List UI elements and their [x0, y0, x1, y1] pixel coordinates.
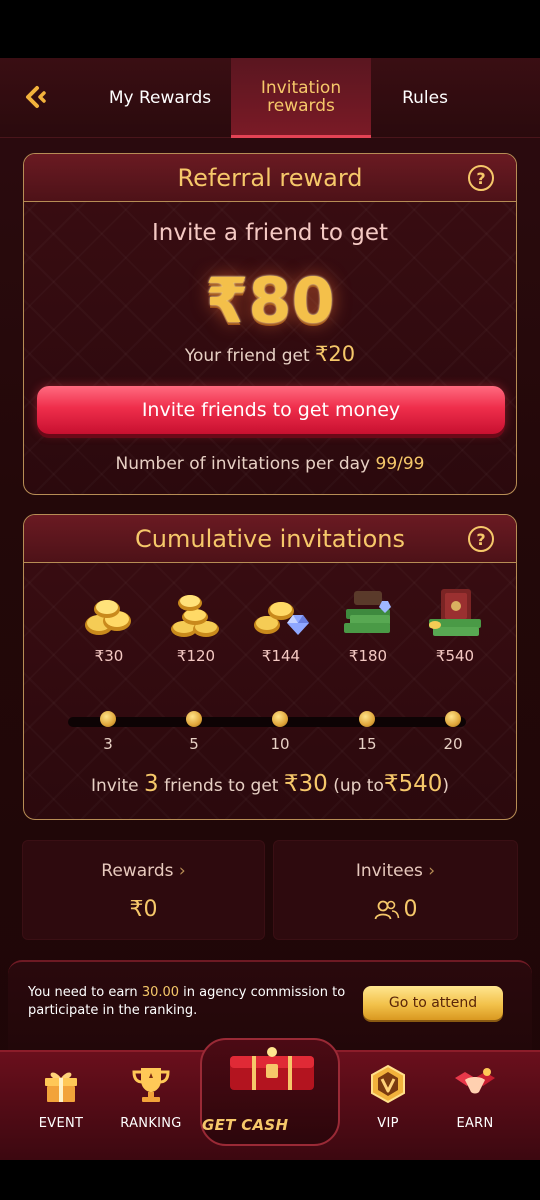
- card-header: Referral reward ?: [24, 154, 516, 202]
- rewards-stat[interactable]: Rewards › ₹0: [22, 840, 265, 940]
- summary-text: ): [442, 776, 450, 796]
- invitees-label: Invitees ›: [274, 861, 517, 881]
- ranking-notice: You need to earn 30.00 in agency commiss…: [8, 960, 532, 1050]
- nav-label: RANKING: [120, 1116, 182, 1131]
- top-header: My Rewards Invitation rewards Rules: [0, 58, 540, 138]
- nav-label: VIP: [377, 1116, 399, 1131]
- help-icon[interactable]: ?: [468, 165, 494, 191]
- safe-cash-icon: [429, 589, 481, 636]
- cumulative-summary: Invite 3 friends to get ₹30 (up to₹540): [24, 771, 516, 797]
- treasure-chest-icon: [344, 591, 391, 633]
- invitees-stat[interactable]: Invitees › 0: [273, 840, 518, 940]
- summary-text: friends to get: [164, 776, 279, 796]
- bottom-system-area: [0, 1160, 540, 1200]
- tab-rules[interactable]: Rules: [370, 58, 480, 138]
- tier-count: 5: [189, 735, 199, 753]
- chevron-right-icon: ›: [178, 861, 186, 881]
- invitees-value-row: 0: [274, 897, 517, 922]
- rewards-value: ₹0: [129, 897, 158, 922]
- summary-amount: ₹30: [283, 771, 328, 797]
- progress-track: [68, 717, 466, 727]
- invitation-limit-value: 99/99: [375, 454, 425, 474]
- reward-tiers: ₹30 ₹120 ₹144 ₹180 ₹540: [24, 585, 516, 735]
- help-icon[interactable]: ?: [468, 526, 494, 552]
- reward-tier: ₹144: [246, 585, 316, 665]
- friend-reward-amount: ₹20: [315, 342, 356, 366]
- nav-event[interactable]: EVENT: [18, 1064, 104, 1131]
- invitation-limit-label: Number of invitations per day: [115, 454, 371, 474]
- invitation-screen: My Rewards Invitation rewards Rules Refe…: [0, 58, 540, 1160]
- coin-pile-icon: [171, 595, 219, 637]
- nav-label: EVENT: [38, 1116, 84, 1131]
- tier-reward: ₹144: [261, 647, 301, 665]
- gift-icon: [45, 1072, 77, 1102]
- tier-count: 20: [443, 735, 463, 753]
- back-button[interactable]: [18, 80, 52, 114]
- nav-vip[interactable]: VIP: [345, 1064, 431, 1131]
- referral-reward-card: Referral reward ? Invite a friend to get…: [23, 153, 517, 495]
- handshake-icon: [455, 1068, 495, 1094]
- trophy-icon: [132, 1068, 170, 1102]
- summary-text: (up to: [333, 776, 384, 796]
- vip-badge-icon: [371, 1064, 405, 1104]
- progress-dot: [186, 711, 202, 727]
- notice-text-part: You need to earn: [28, 985, 138, 1000]
- tab-label: Invitation rewards: [260, 77, 342, 116]
- reward-tier: ₹180: [333, 585, 403, 665]
- reward-tier: ₹540: [420, 585, 490, 665]
- bottom-nav: EVENT RANKING GET CASH VIP EARN: [0, 1038, 540, 1160]
- tier-reward: ₹120: [176, 647, 216, 665]
- referral-amount: ₹80: [205, 264, 335, 337]
- notice-text: You need to earn 30.00 in agency commiss…: [28, 984, 348, 1020]
- invite-friends-button[interactable]: Invite friends to get money: [37, 386, 505, 434]
- friend-reward: Your friend get ₹20: [24, 342, 516, 366]
- tab-label: Rules: [402, 88, 448, 108]
- nav-label: GET CASH: [202, 1116, 289, 1134]
- nav-ranking[interactable]: RANKING: [108, 1064, 194, 1131]
- back-arrow-icon: [26, 86, 46, 108]
- coin-stack-icon: [85, 600, 131, 635]
- tier-count: 15: [357, 735, 377, 753]
- tab-label: My Rewards: [108, 88, 212, 108]
- rewards-label-text: Rewards: [101, 861, 174, 881]
- tab-my-rewards[interactable]: My Rewards: [90, 58, 230, 138]
- tier-count: 3: [103, 735, 113, 753]
- tier-reward: ₹30: [94, 647, 124, 665]
- progress-dot: [445, 711, 461, 727]
- nav-label: EARN: [456, 1116, 494, 1131]
- tier-reward: ₹540: [435, 647, 475, 665]
- summary-max: ₹540: [383, 771, 443, 797]
- invitation-limit: Number of invitations per day 99/99: [24, 454, 516, 474]
- progress-dot: [359, 711, 375, 727]
- users-icon: [374, 900, 399, 919]
- card-header: Cumulative invitations ?: [24, 515, 516, 563]
- cumulative-invitations-card: Cumulative invitations ? ₹30 ₹120 ₹144 ₹…: [23, 514, 517, 820]
- go-to-attend-button[interactable]: Go to attend: [363, 986, 503, 1020]
- tier-count: 10: [270, 735, 290, 753]
- progress-dot: [100, 711, 116, 727]
- chevron-right-icon: ›: [428, 861, 436, 881]
- invitees-value: 0: [403, 897, 418, 922]
- rewards-label: Rewards ›: [23, 861, 264, 881]
- nav-get-cash[interactable]: GET CASH: [200, 1038, 340, 1146]
- reward-tier: ₹30: [74, 585, 144, 665]
- nav-earn[interactable]: EARN: [432, 1064, 518, 1131]
- app-root: My Rewards Invitation rewards Rules Refe…: [0, 0, 540, 1200]
- card-title: Cumulative invitations: [135, 524, 405, 553]
- tier-reward: ₹180: [348, 647, 388, 665]
- invitees-label-text: Invitees: [355, 861, 423, 881]
- reward-tier: ₹120: [161, 585, 231, 665]
- tab-invitation-rewards[interactable]: Invitation rewards: [231, 58, 371, 138]
- summary-count: 3: [144, 771, 159, 797]
- progress-dot: [272, 711, 288, 727]
- coins-gems-icon: [254, 602, 309, 635]
- card-title: Referral reward: [177, 163, 363, 192]
- treasure-chest-icon: [230, 1047, 314, 1090]
- summary-text: Invite: [90, 776, 139, 796]
- referral-subtitle: Invite a friend to get: [152, 220, 388, 246]
- friend-reward-prefix: Your friend get: [184, 346, 310, 366]
- notice-amount: 30.00: [141, 985, 180, 1000]
